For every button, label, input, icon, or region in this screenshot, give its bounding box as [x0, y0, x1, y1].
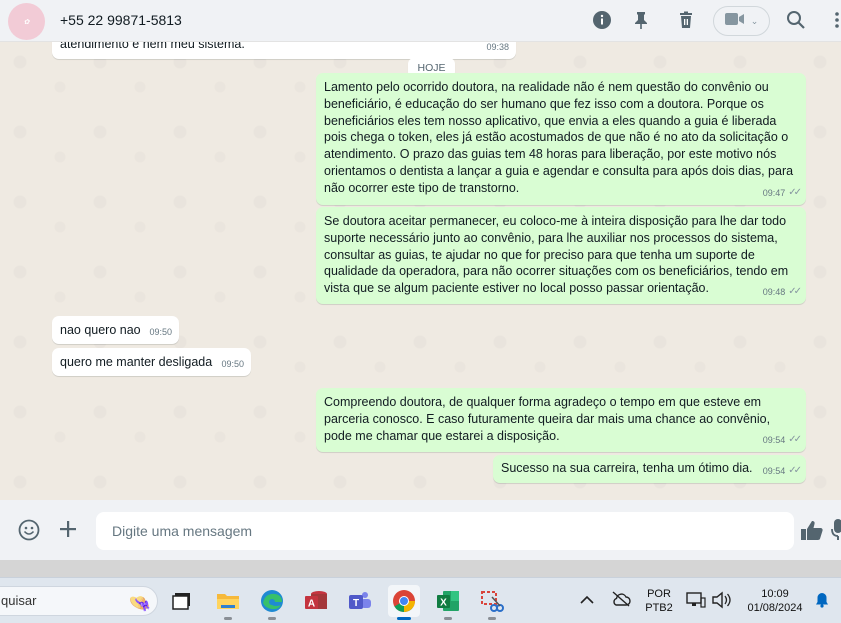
message-input[interactable]	[96, 512, 794, 550]
search-icon[interactable]	[786, 10, 806, 30]
message-time: 09:38	[486, 42, 509, 53]
message-text: Compreendo doutora, de qualquer forma ag…	[324, 395, 771, 443]
video-icon	[724, 12, 745, 31]
message-time: 09:54	[762, 466, 786, 477]
windows-taskbar: quisar 👒 A T X POR PTB2 10:09 01/08/2024	[0, 577, 841, 623]
message-text: Lamento pelo ocorrido doutora, na realid…	[324, 80, 794, 195]
svg-text:A: A	[308, 599, 315, 610]
message-time: 09:50	[149, 327, 172, 338]
message-text: atendimento e nem meu sistema.	[60, 42, 245, 51]
teams-icon[interactable]: T	[344, 585, 376, 617]
double-check-icon: ✓✓	[788, 465, 802, 477]
message-outgoing[interactable]: Lamento pelo ocorrido doutora, na realid…	[316, 73, 806, 205]
message-time: 09:54	[762, 435, 786, 446]
volume-icon[interactable]	[711, 591, 731, 614]
edge-icon[interactable]	[256, 585, 288, 620]
svg-text:T: T	[353, 598, 359, 609]
info-icon[interactable]	[592, 10, 612, 30]
clock[interactable]: 10:09 01/08/2024	[740, 587, 810, 615]
message-text: Se doutora aceitar permanecer, eu coloco…	[324, 214, 789, 296]
pin-icon[interactable]	[631, 10, 651, 30]
message-text: Sucesso na sua carreira, tenha um ótimo …	[501, 461, 753, 475]
chevron-down-icon: ⌄	[750, 15, 759, 26]
contact-name[interactable]: +55 22 99871-5813	[60, 12, 182, 28]
message-input-box[interactable]	[96, 512, 794, 550]
chevron-up-icon[interactable]	[580, 592, 594, 610]
double-check-icon: ✓✓	[788, 434, 802, 446]
message-text: nao quero nao	[60, 323, 141, 337]
cloud-offline-icon[interactable]	[611, 591, 631, 612]
message-composer	[0, 500, 841, 560]
double-check-icon: ✓✓	[788, 286, 802, 298]
emoji-icon[interactable]	[18, 519, 40, 546]
menu-icon[interactable]	[833, 10, 841, 30]
attach-plus-icon[interactable]	[58, 519, 78, 544]
message-outgoing[interactable]: Se doutora aceitar permanecer, eu coloco…	[316, 207, 806, 304]
message-incoming[interactable]: atendimento e nem meu sistema. 09:38	[52, 42, 516, 59]
message-text: quero me manter desligada	[60, 355, 213, 369]
message-time: 09:48	[762, 287, 786, 298]
message-outgoing[interactable]: Sucesso na sua carreira, tenha um ótimo …	[493, 455, 806, 483]
chrome-icon[interactable]	[388, 585, 420, 620]
double-check-icon: ✓✓	[788, 187, 802, 199]
video-call-button[interactable]: ⌄	[713, 6, 770, 36]
contact-avatar[interactable]: ✿	[8, 3, 45, 40]
file-explorer-icon[interactable]	[212, 585, 244, 620]
language-label: POR	[647, 588, 671, 600]
taskbar-search[interactable]: quisar 👒	[0, 586, 158, 616]
language-indicator[interactable]: POR PTB2	[642, 587, 676, 615]
access-icon[interactable]: A	[300, 585, 332, 617]
clock-time: 10:09	[761, 588, 789, 600]
chat-header: ✿ +55 22 99871-5813 ⌄	[0, 0, 841, 42]
window-bottom-border	[0, 560, 841, 577]
notification-bell-icon[interactable]	[815, 592, 829, 613]
task-view-icon[interactable]	[166, 585, 198, 617]
delete-icon[interactable]	[676, 10, 696, 30]
keyboard-label: PTB2	[645, 602, 673, 614]
search-highlight-icon: 👒	[128, 593, 151, 613]
message-outgoing[interactable]: Compreendo doutora, de qualquer forma ag…	[316, 388, 806, 452]
message-incoming[interactable]: quero me manter desligada 09:50	[52, 348, 251, 376]
message-time: 09:50	[221, 359, 244, 370]
message-incoming[interactable]: nao quero nao 09:50	[52, 316, 179, 344]
thumbs-up-icon[interactable]	[800, 519, 824, 548]
message-time: 09:47	[762, 188, 786, 199]
svg-text:X: X	[440, 598, 447, 609]
network-icon[interactable]	[686, 591, 706, 614]
microphone-icon[interactable]	[830, 518, 841, 547]
excel-icon[interactable]: X	[432, 585, 464, 620]
clock-date: 01/08/2024	[747, 602, 803, 614]
chat-area[interactable]: atendimento e nem meu sistema. 09:38 HOJ…	[0, 42, 841, 500]
snipping-tool-icon[interactable]	[476, 585, 508, 620]
taskbar-search-text: quisar	[1, 593, 37, 608]
